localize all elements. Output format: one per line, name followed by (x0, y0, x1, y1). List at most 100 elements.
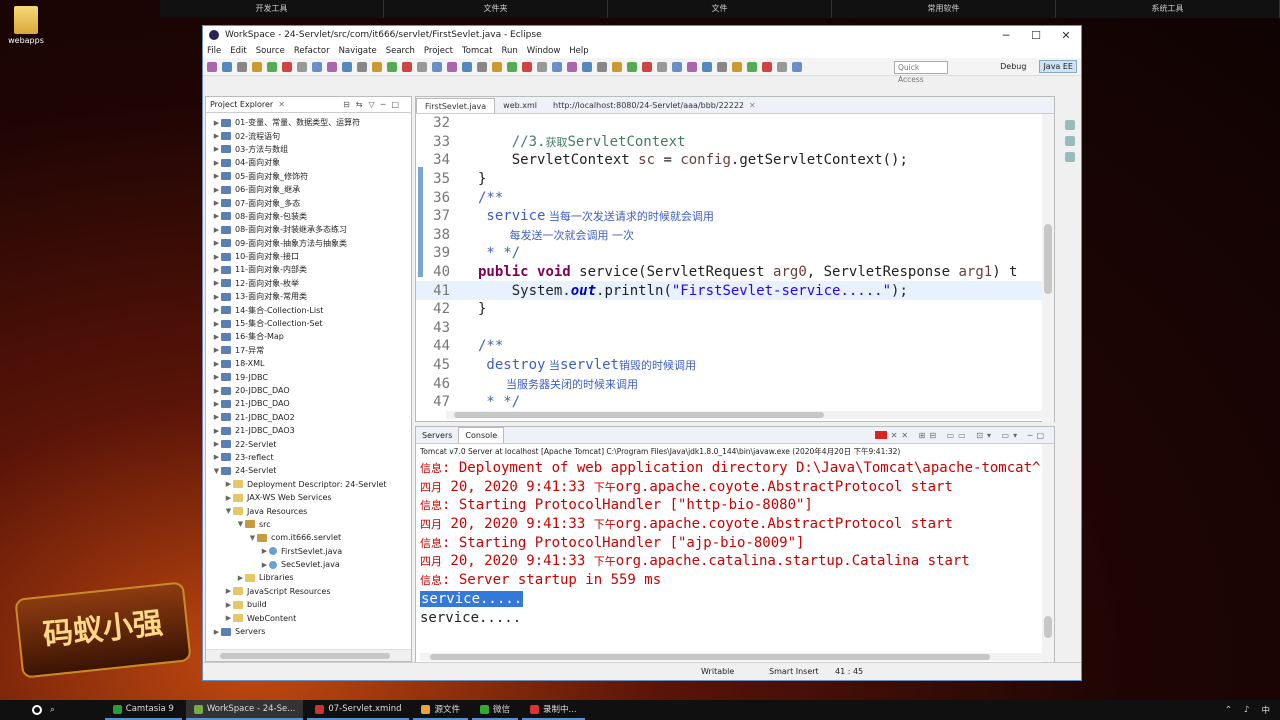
tree-item[interactable]: ▶ JavaScript Resources (206, 585, 411, 598)
tree-item[interactable]: ▶ 08-面向对象-封装继承多态练习 (206, 223, 411, 236)
tree-item[interactable]: ▶ 19-JDBC (206, 370, 411, 383)
expand-icon[interactable]: ▼ (248, 534, 257, 542)
expand-icon[interactable]: ▶ (212, 628, 221, 636)
expand-icon[interactable]: ▶ (212, 119, 221, 127)
toolbar-button[interactable] (702, 61, 712, 72)
expand-icon[interactable]: ▶ (212, 320, 221, 328)
expand-icon[interactable]: ▶ (212, 453, 221, 461)
menu-item[interactable]: Tomcat (462, 46, 492, 56)
taskbar-item[interactable]: 微信 (472, 700, 519, 720)
volume-icon[interactable]: ♪ (1244, 705, 1249, 715)
tree-item[interactable]: ▶ 11-面向对象-内部类 (206, 263, 411, 276)
code-area[interactable]: 32 33 //3.获取ServletContext 34 ServletConte… (416, 114, 1054, 412)
toolbar-button[interactable] (732, 61, 742, 72)
expand-icon[interactable]: ▶ (212, 199, 221, 207)
top-bar-item[interactable]: 文件夹 (384, 0, 608, 18)
expand-icon[interactable]: ▶ (224, 480, 233, 488)
tree-item[interactable]: ▼ com.it666.servlet (206, 531, 411, 544)
menu-item[interactable]: Help (569, 46, 588, 56)
tree-item[interactable]: ▶ 10-面向对象-接口 (206, 250, 411, 263)
stop-icon[interactable] (874, 431, 887, 439)
close-button[interactable]: ✕ (1051, 29, 1081, 42)
toolbar-button[interactable] (207, 61, 217, 72)
expand-icon[interactable]: ▶ (212, 266, 221, 274)
expand-icon[interactable]: ▶ (212, 145, 221, 153)
expand-icon[interactable]: ▶ (212, 159, 221, 167)
toolbar-button[interactable] (492, 61, 502, 72)
editor-horizontal-scrollbar[interactable] (446, 411, 1042, 419)
tree-item[interactable]: ▶ 04-面向对象 (206, 156, 411, 169)
input-method[interactable]: 中 (1261, 704, 1270, 716)
expand-icon[interactable]: ▼ (236, 520, 245, 528)
outline-icon[interactable] (1065, 120, 1075, 130)
menu-item[interactable]: Edit (230, 46, 246, 56)
close-icon[interactable]: ✕ (278, 100, 285, 109)
explorer-horizontal-scrollbar[interactable] (206, 649, 411, 661)
search-icon[interactable]: ⌕ (50, 705, 55, 715)
toolbar-button[interactable] (657, 61, 667, 72)
editor-vertical-scrollbar[interactable] (1042, 114, 1054, 423)
toolbar-button[interactable] (282, 61, 292, 72)
expand-icon[interactable]: ▼ (224, 507, 233, 515)
tree-item[interactable]: ▶ 02-流程语句 (206, 129, 411, 142)
tree-item[interactable]: ▶ 01-变量、常量、数据类型、运算符 (206, 116, 411, 129)
toolbar-button[interactable] (372, 61, 382, 72)
start-icon[interactable] (32, 705, 42, 715)
console-horizontal-scrollbar[interactable] (420, 653, 1042, 661)
perspective-debug[interactable]: Debug (997, 61, 1029, 72)
tree-item[interactable]: ▶ 14-集合-Collection-List (206, 303, 411, 316)
tree-item[interactable]: ▶ 12-面向对象-枚举 (206, 277, 411, 290)
tree-item[interactable]: ▶ 20-JDBC_DAO (206, 384, 411, 397)
toolbar-button[interactable] (252, 61, 262, 72)
tree-item[interactable]: ▶ 17-异常 (206, 344, 411, 357)
menu-item[interactable]: Navigate (339, 46, 377, 56)
taskbar-item[interactable]: WorkSpace - 24-Se... (185, 700, 304, 720)
toolbar-button[interactable] (672, 61, 682, 72)
tree-item[interactable]: ▶ 07-面向对象_多态 (206, 196, 411, 209)
toolbar-button[interactable] (717, 61, 727, 72)
toolbar-button[interactable] (567, 61, 577, 72)
project-explorer-tab[interactable]: Project Explorer ✕ ⊟⇆▽─□ (206, 97, 411, 113)
expand-icon[interactable]: ▶ (212, 226, 221, 234)
tray-up-icon[interactable]: ⌃ (1225, 705, 1232, 715)
tree-item[interactable]: ▼ src (206, 518, 411, 531)
expand-icon[interactable]: ▶ (212, 186, 221, 194)
expand-icon[interactable]: ▶ (212, 333, 221, 341)
toolbar-button[interactable] (417, 61, 427, 72)
perspective-javaee[interactable]: Java EE (1039, 60, 1077, 73)
toolbar-button[interactable] (477, 61, 487, 72)
quick-access-input[interactable]: Quick Access (894, 61, 948, 84)
taskbar-item[interactable]: 07-Servlet.xmind (307, 700, 410, 720)
tab-servers[interactable]: Servers (416, 431, 458, 440)
toolbar-button[interactable] (447, 61, 457, 72)
close-icon[interactable]: ✕ (749, 101, 756, 110)
tab-firstsevlet-java[interactable]: FirstSevlet.java (416, 98, 496, 113)
expand-icon[interactable]: ▶ (212, 346, 221, 354)
tree-item[interactable]: ▶ 21-JDBC_DAO3 (206, 424, 411, 437)
tree-item[interactable]: ▶ 21-JDBC_DAO (206, 397, 411, 410)
view-actions[interactable]: ⊟⇆▽─□ (343, 100, 405, 109)
tree-item[interactable]: ▶ FirstSevlet.java (206, 545, 411, 558)
tree-item[interactable]: ▶ 15-集合-Collection-Set (206, 317, 411, 330)
toolbar-button[interactable] (792, 61, 802, 72)
task-list-icon[interactable] (1065, 136, 1075, 146)
tree-item[interactable]: ▼ 24-Servlet (206, 464, 411, 477)
taskbar-item[interactable]: Camtasia 9 (104, 700, 182, 720)
tree-item[interactable]: ▶ 05-面向对象_修饰符 (206, 170, 411, 183)
toolbar-button[interactable] (627, 61, 637, 72)
tree-item[interactable]: ▶ 22-Servlet (206, 437, 411, 450)
tab-web-xml[interactable]: web.xml (495, 98, 545, 113)
toolbar-button[interactable] (402, 61, 412, 72)
tree-item[interactable]: ▼ Java Resources (206, 504, 411, 517)
expand-icon[interactable]: ▶ (212, 253, 221, 261)
expand-icon[interactable]: ▶ (212, 212, 221, 220)
tree-item[interactable]: ▶ WebContent (206, 611, 411, 624)
toolbar-button[interactable] (762, 61, 772, 72)
toolbar-button[interactable] (267, 61, 277, 72)
minimize-button[interactable]: ─ (991, 29, 1021, 42)
expand-icon[interactable]: ▼ (212, 467, 221, 475)
expand-icon[interactable]: ▶ (236, 574, 245, 582)
toolbar-button[interactable] (237, 61, 247, 72)
toolbar-button[interactable] (522, 61, 532, 72)
tab-browser[interactable]: http://localhost:8080/24-Servlet/aaa/bbb… (545, 98, 764, 113)
